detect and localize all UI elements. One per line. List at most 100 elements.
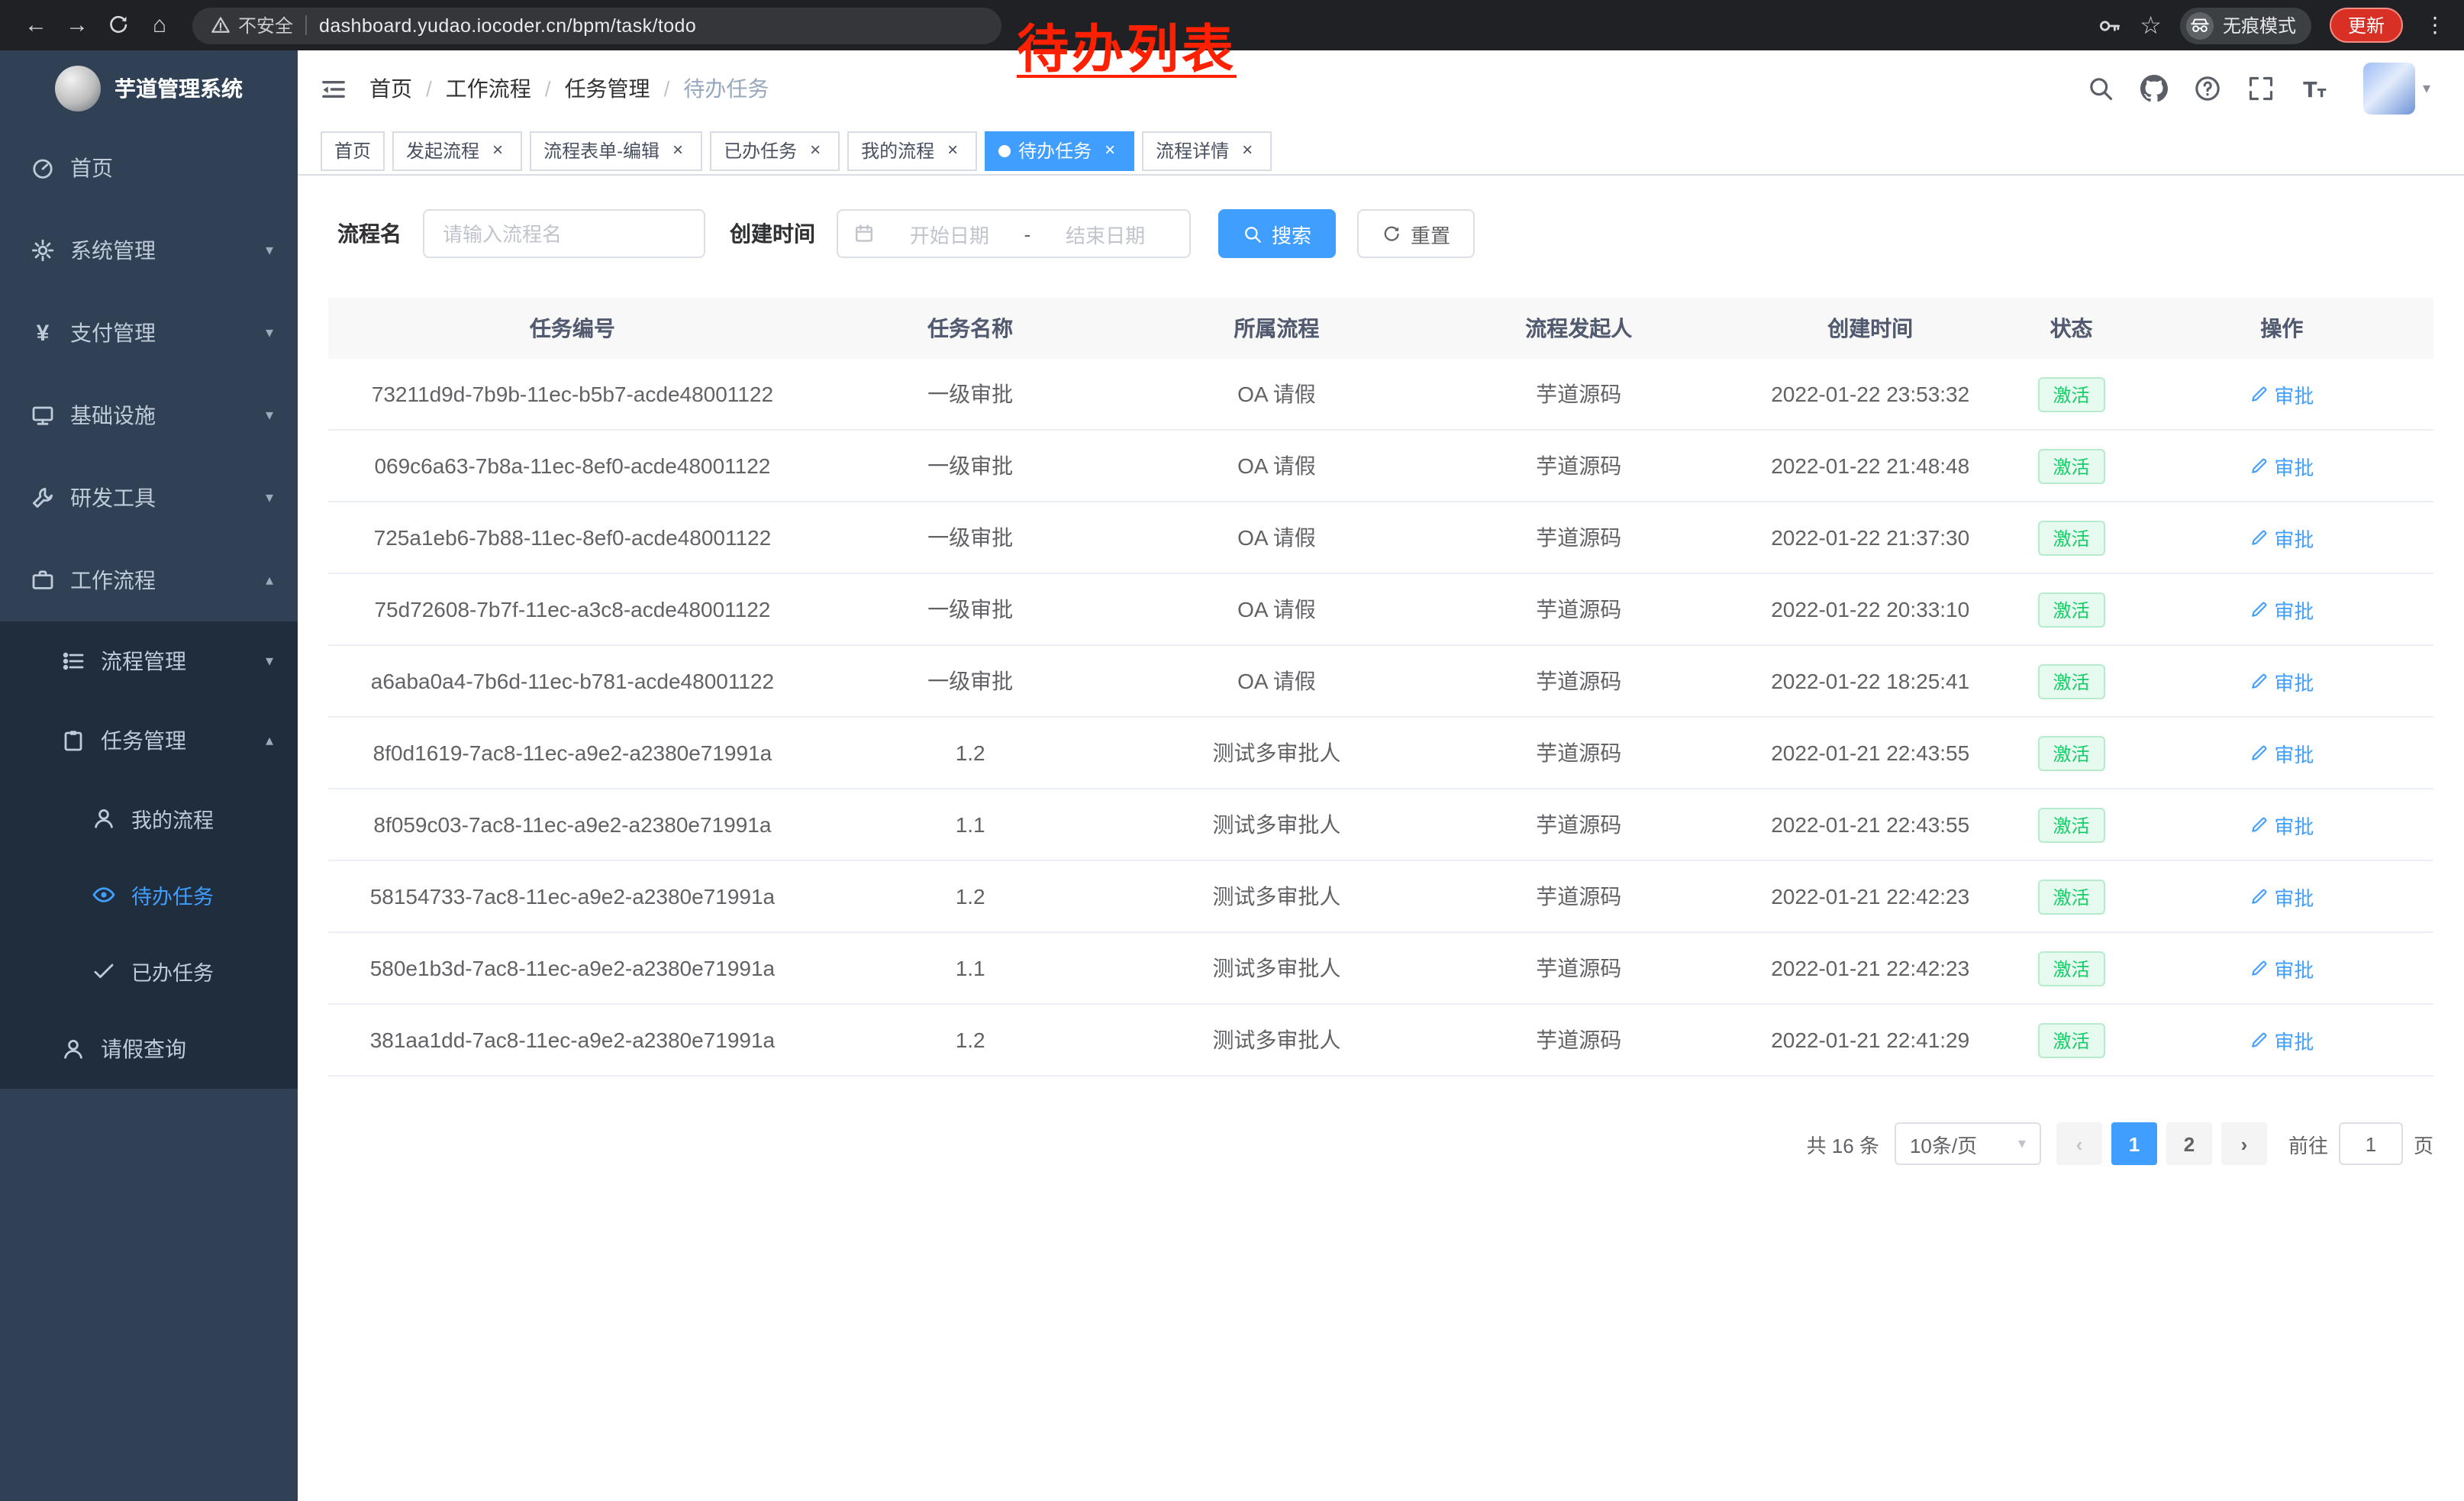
browser-home-icon[interactable]: ⌂ [139,5,180,46]
user-menu[interactable]: ▾ [2363,63,2430,115]
annotation-text: 待办列表 [1017,8,1237,82]
sidebar-item-system[interactable]: 系统管理 ▾ [0,209,298,292]
cell-process: 测试多审批人 [1124,809,1430,840]
goto-page-input[interactable] [2339,1122,2403,1165]
chevron-down-icon: ▾ [266,489,273,506]
approve-link[interactable]: 审批 [2250,523,2314,552]
status-badge: 激活 [2038,520,2105,555]
reset-button[interactable]: 重置 [1357,209,1475,258]
cell-starter: 芋道源码 [1429,809,1728,840]
cell-process: OA 请假 [1124,594,1430,625]
tab-form-edit[interactable]: 流程表单-编辑 × [530,131,702,170]
cell-starter: 芋道源码 [1429,953,1728,983]
cell-create-time: 2022-01-22 20:33:10 [1728,597,2012,621]
sidebar-item-home[interactable]: 首页 [0,127,298,209]
page-button-1[interactable]: 1 [2111,1122,2157,1165]
refresh-icon [1382,224,1401,244]
cell-starter: 芋道源码 [1429,594,1728,625]
update-button[interactable]: 更新 [2330,8,2403,43]
table-row: a6aba0a4-7b6d-11ec-b781-acde48001122 一级审… [328,646,2433,718]
approve-link[interactable]: 审批 [2250,451,2314,480]
approve-link[interactable]: 审批 [2250,667,2314,696]
sidebar-toggle-button[interactable] [298,50,369,127]
address-bar[interactable]: 不安全 dashboard.yudao.iocoder.cn/bpm/task/… [192,7,1001,44]
next-page-button[interactable]: › [2221,1122,2267,1165]
cell-task-id: 58154733-7ac8-11ec-a9e2-a2380e71991a [328,884,817,909]
close-icon[interactable]: × [1237,140,1258,161]
cell-starter: 芋道源码 [1429,881,1728,912]
sidebar-item-task-mgmt[interactable]: 任务管理 ▴ [0,701,298,780]
sidebar-item-process-mgmt[interactable]: 流程管理 ▾ [0,621,298,701]
tab-home[interactable]: 首页 [321,131,385,170]
status-badge: 激活 [2038,735,2105,770]
bookmark-star-icon[interactable]: ☆ [2140,10,2162,40]
sidebar-item-my-process[interactable]: 我的流程 [0,780,298,857]
cell-starter: 芋道源码 [1429,666,1728,696]
col-actions: 操作 [2130,313,2433,344]
cell-task-id: 069c6a63-7b8a-11ec-8ef0-acde48001122 [328,454,817,478]
incognito-badge[interactable]: 无痕模式 [2180,7,2311,44]
approve-link[interactable]: 审批 [2250,379,2314,408]
cell-process: 测试多审批人 [1124,953,1430,983]
tab-my-process[interactable]: 我的流程 × [847,131,977,170]
cell-starter: 芋道源码 [1429,738,1728,768]
breadcrumb-task-mgmt[interactable]: 任务管理 [565,73,650,104]
browser-menu-icon[interactable]: ⋮ [2421,12,2449,38]
process-name-input[interactable] [423,209,705,258]
close-icon[interactable]: × [487,140,508,161]
close-icon[interactable]: × [667,140,689,161]
date-range-picker[interactable]: 开始日期 - 结束日期 [837,209,1191,258]
edit-icon [2250,1031,2268,1049]
close-icon[interactable]: × [942,140,963,161]
cell-process: 测试多审批人 [1124,881,1430,912]
cell-starter: 芋道源码 [1429,379,1728,409]
sidebar-item-workflow[interactable]: 工作流程 ▴ [0,539,298,621]
fullscreen-icon[interactable] [2247,75,2275,102]
tab-start-process[interactable]: 发起流程 × [392,131,522,170]
cell-create-time: 2022-01-21 22:41:29 [1728,1028,2012,1052]
github-icon[interactable] [2140,75,2168,102]
sidebar-item-payment[interactable]: ¥ 支付管理 ▾ [0,292,298,374]
sidebar-item-infra[interactable]: 基础设施 ▾ [0,374,298,457]
approve-link[interactable]: 审批 [2250,738,2314,767]
app-logo[interactable]: 芋道管理系统 [0,50,298,127]
breadcrumb-workflow[interactable]: 工作流程 [446,73,531,104]
tab-process-detail[interactable]: 流程详情 × [1142,131,1272,170]
sidebar-item-todo-tasks[interactable]: 待办任务 [0,857,298,933]
breadcrumb-home[interactable]: 首页 [369,73,412,104]
tab-done-tasks[interactable]: 已办任务 × [710,131,840,170]
close-icon[interactable]: × [1099,140,1121,161]
page-size-select[interactable]: 10条/页 ▾ [1895,1122,2041,1165]
close-icon[interactable]: × [805,140,826,161]
approve-link[interactable]: 审批 [2250,954,2314,983]
page-button-2[interactable]: 2 [2166,1122,2212,1165]
create-time-label: 创建时间 [730,218,815,249]
sidebar-item-done-tasks[interactable]: 已办任务 [0,933,298,1009]
tab-todo-tasks[interactable]: 待办任务 × [985,131,1134,170]
chevron-down-icon: ▾ [266,653,273,670]
approve-link[interactable]: 审批 [2250,595,2314,624]
cell-task-name: 一级审批 [817,594,1124,625]
browser-forward-icon[interactable]: → [56,5,98,46]
approve-link[interactable]: 审批 [2250,810,2314,839]
prev-page-button[interactable]: ‹ [2056,1122,2102,1165]
approve-link[interactable]: 审批 [2250,882,2314,911]
status-badge: 激活 [2038,951,2105,986]
key-icon[interactable] [2097,13,2121,37]
browser-back-icon[interactable]: ← [15,5,56,46]
person-icon [61,1037,85,1061]
sidebar-item-devtools[interactable]: 研发工具 ▾ [0,457,298,539]
sidebar-item-leave-query[interactable]: 请假查询 [0,1009,298,1089]
search-button[interactable]: 搜索 [1218,209,1336,258]
help-icon[interactable] [2194,75,2221,102]
menu-fold-icon [321,76,347,102]
cell-create-time: 2022-01-22 21:37:30 [1728,525,2012,550]
font-size-icon[interactable] [2301,75,2328,102]
briefcase-icon [31,568,55,592]
browser-reload-icon[interactable] [98,5,139,46]
col-process: 所属流程 [1124,313,1430,344]
approve-link[interactable]: 审批 [2250,1025,2314,1054]
search-icon[interactable] [2087,75,2114,102]
todo-task-table: 任务编号 任务名称 所属流程 流程发起人 创建时间 状态 操作 73211d9d… [328,298,2433,1077]
goto-label: 前往 [2288,1129,2328,1158]
